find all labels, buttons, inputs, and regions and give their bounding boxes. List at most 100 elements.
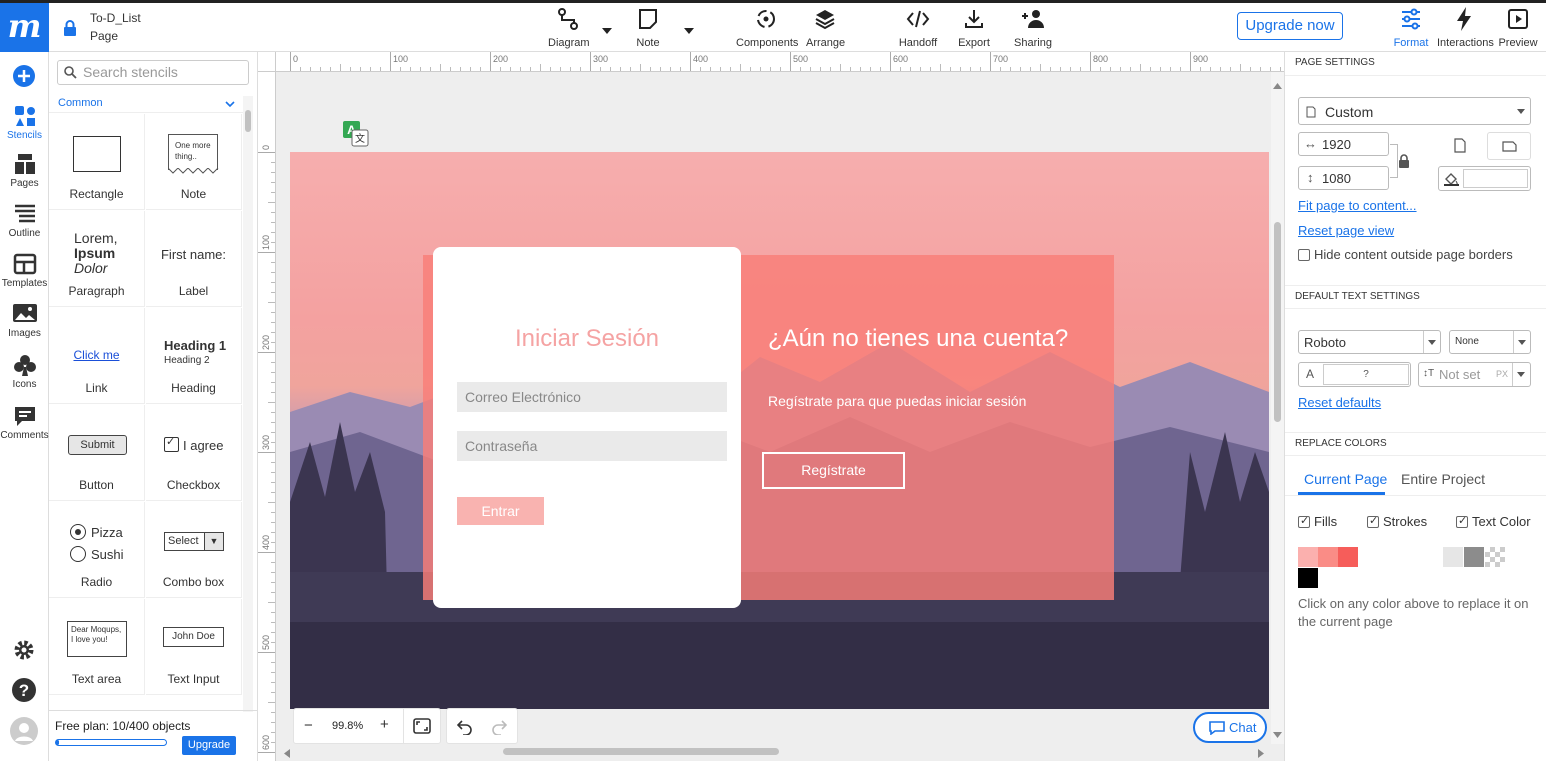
reset-defaults-link[interactable]: Reset defaults — [1298, 395, 1381, 410]
stencils-panel: Search stencils Common Rectangle One mor… — [49, 52, 258, 761]
portrait-orientation-button[interactable] — [1438, 132, 1482, 160]
color-swatch[interactable] — [1298, 568, 1318, 588]
artboard[interactable]: ¿Aún no tienes una cuenta? Regístrate pa… — [290, 152, 1269, 709]
settings-gear-icon[interactable] — [12, 638, 36, 665]
zoom-out-button[interactable]: − — [304, 717, 313, 734]
default-text-header: DEFAULT TEXT SETTINGS — [1285, 285, 1546, 309]
components-button[interactable]: Components — [736, 7, 798, 49]
email-field[interactable]: Correo Electrónico — [457, 382, 727, 412]
replace-colors-hint: Click on any color above to replace it o… — [1298, 596, 1529, 629]
upgrade-button[interactable]: Upgrade — [182, 736, 236, 755]
zoom-level[interactable]: 99.8% — [332, 720, 363, 732]
page-size-select[interactable]: Custom — [1298, 97, 1531, 125]
password-field[interactable]: Contraseña — [457, 431, 727, 461]
stencil-text-area[interactable]: Dear Moqups, I love you! Text area — [49, 599, 145, 695]
text-color-checkbox[interactable]: Text Color — [1456, 514, 1531, 529]
stencil-link[interactable]: Click me Link — [49, 308, 145, 404]
ruler-tick-label: 100 — [261, 234, 271, 250]
avatar[interactable] — [9, 716, 39, 749]
color-swatch[interactable] — [1318, 547, 1338, 567]
tab-current-page[interactable]: Current Page — [1304, 471, 1387, 487]
tab-entire-project[interactable]: Entire Project — [1401, 471, 1485, 487]
upgrade-now-button[interactable]: Upgrade now — [1237, 12, 1343, 40]
strokes-checkbox[interactable]: Strokes — [1367, 514, 1427, 529]
reset-page-view-link[interactable]: Reset page view — [1298, 223, 1394, 238]
nav-stencils[interactable]: Stencils — [0, 104, 49, 141]
lock-icon[interactable] — [63, 20, 77, 39]
zoom-in-button[interactable]: + — [380, 716, 389, 733]
arrange-button[interactable]: Arrange — [806, 7, 845, 49]
login-button[interactable]: Entrar — [457, 497, 544, 525]
color-swatch[interactable] — [1298, 547, 1318, 567]
background-color-picker[interactable] — [1438, 166, 1531, 191]
stencil-note[interactable]: One more thing.. Note — [146, 114, 242, 210]
nav-comments[interactable]: Comments — [0, 404, 49, 441]
page-width-input[interactable]: ↔ 1920 — [1298, 132, 1389, 156]
diagram-dropdown-icon[interactable] — [602, 23, 612, 37]
translate-icon[interactable]: A文 — [343, 121, 369, 150]
ruler-tick-label: 0 — [261, 144, 271, 150]
canvas-area[interactable]: 0 100 200 300 400 500 600 700 800 900 0 100 200 300 4… — [258, 52, 1284, 761]
nav-pages[interactable]: Pages — [0, 152, 49, 189]
color-swatch[interactable] — [1464, 547, 1484, 567]
stencil-rectangle[interactable]: Rectangle — [49, 114, 145, 210]
color-swatch[interactable] — [1358, 547, 1398, 567]
preview-button[interactable]: Preview — [1498, 7, 1538, 49]
landscape-orientation-button[interactable] — [1487, 132, 1531, 160]
chat-button[interactable]: Chat — [1193, 712, 1267, 743]
note-button[interactable]: Note — [633, 7, 663, 49]
font-family-select[interactable]: Roboto — [1298, 330, 1441, 354]
redo-icon[interactable] — [491, 719, 508, 738]
diagram-button[interactable]: Diagram — [548, 7, 590, 49]
font-size-input[interactable]: A ? — [1298, 362, 1411, 387]
page-name[interactable]: Page — [90, 29, 118, 43]
undo-icon[interactable] — [456, 719, 473, 738]
plan-usage-bar — [55, 739, 167, 746]
note-dropdown-icon[interactable] — [684, 23, 694, 37]
stencil-button[interactable]: Submit Button — [49, 405, 145, 501]
fit-screen-icon[interactable] — [413, 718, 431, 737]
stencils-scrollbar[interactable] — [243, 96, 253, 712]
sharing-button[interactable]: Sharing — [1013, 7, 1053, 49]
fills-checkbox[interactable]: Fills — [1298, 514, 1337, 529]
interactions-button[interactable]: Interactions — [1437, 7, 1494, 49]
images-icon — [12, 304, 37, 322]
stencil-radio[interactable]: Pizza Sushi Radio — [49, 502, 145, 598]
moqups-logo[interactable]: m — [0, 3, 49, 52]
nav-images[interactable]: Images — [0, 302, 49, 339]
stencil-paragraph[interactable]: Lorem, Ipsum Dolor Paragraph — [49, 211, 145, 307]
add-icon[interactable] — [12, 64, 36, 91]
nav-icons[interactable]: Icons — [0, 353, 49, 390]
search-stencils-input[interactable]: Search stencils — [57, 60, 249, 85]
canvas-horizontal-scrollbar[interactable] — [278, 744, 1271, 758]
color-swatch[interactable] — [1398, 547, 1443, 567]
transparent-swatch[interactable] — [1485, 547, 1505, 567]
font-style-select[interactable]: None — [1449, 330, 1531, 354]
handoff-button[interactable]: Handoff — [898, 7, 938, 49]
hide-content-checkbox[interactable]: Hide content outside page borders — [1298, 247, 1513, 262]
category-common[interactable]: Common — [58, 97, 103, 109]
dropdown-arrow-icon — [1428, 340, 1436, 345]
help-icon[interactable]: ? — [11, 677, 37, 706]
ruler-tick-label: 200 — [261, 334, 271, 350]
project-title[interactable]: To-D_List — [90, 11, 141, 25]
ruler-tick-label: 900 — [1193, 54, 1209, 64]
nav-outline[interactable]: Outline — [0, 202, 49, 239]
line-height-input[interactable]: ↕T Not set PX — [1418, 362, 1531, 387]
nav-templates[interactable]: Templates — [0, 252, 49, 289]
stencil-checkbox[interactable]: I agree Checkbox — [146, 405, 242, 501]
color-swatch[interactable] — [1338, 547, 1358, 567]
stencil-heading[interactable]: Heading 1 Heading 2 Heading — [146, 308, 242, 404]
stencil-combo-box[interactable]: Select ▼ Combo box — [146, 502, 242, 598]
fit-page-link[interactable]: Fit page to content... — [1298, 198, 1417, 213]
stencil-text-input[interactable]: John Doe Text Input — [146, 599, 242, 695]
aspect-lock-icon[interactable] — [1398, 154, 1410, 171]
stencil-label[interactable]: First name: Label — [146, 211, 242, 307]
signup-button[interactable]: Regístrate — [762, 452, 905, 489]
export-button[interactable]: Export — [956, 7, 992, 49]
format-button[interactable]: Format — [1393, 7, 1429, 49]
color-swatch[interactable] — [1443, 547, 1463, 567]
chevron-down-icon[interactable] — [225, 98, 235, 112]
canvas-vertical-scrollbar[interactable] — [1271, 72, 1284, 744]
page-height-input[interactable]: ↕ 1080 — [1298, 166, 1389, 190]
